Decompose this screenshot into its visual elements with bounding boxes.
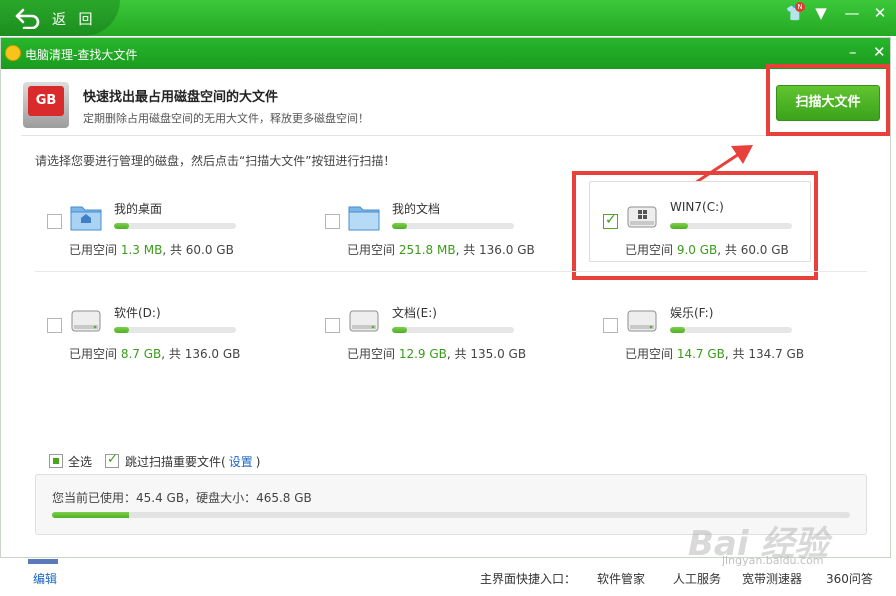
documents-folder-icon	[348, 206, 380, 231]
disk-name: 我的文档	[392, 202, 441, 216]
disk-item-documents[interactable]: 我的文档 已用空间 251.8 MB, 共 136.0 GB	[313, 181, 583, 261]
disk-usage-text: 已用空间 251.8 MB, 共 136.0 GB	[347, 241, 535, 258]
window-title-bar: 电脑清理-查找大文件 – ✕	[1, 38, 890, 69]
window-close-icon[interactable]: ✕	[873, 43, 886, 61]
skip-important-label: 跳过扫描重要文件(设置)	[125, 453, 260, 470]
disk-checkbox[interactable]	[325, 214, 340, 229]
disk-name: 我的桌面	[114, 202, 163, 216]
large-file-icon: GB	[23, 82, 69, 128]
disk-usage-text: 已用空间 8.7 GB, 共 136.0 GB	[69, 345, 240, 362]
minimize-icon[interactable]: —	[842, 4, 862, 22]
disk-usage-text: 已用空间 12.9 GB, 共 135.0 GB	[347, 345, 526, 362]
disk-usage-fill	[114, 223, 129, 229]
scan-large-files-button[interactable]: 扫描大文件	[776, 85, 880, 121]
usage-value: 14.7 GB	[676, 347, 725, 361]
skip-label-suffix: )	[255, 455, 261, 469]
row-divider	[35, 271, 867, 272]
desktop-folder-icon	[70, 206, 102, 231]
disk-usage-bar	[114, 223, 236, 229]
usage-value: 251.8 MB	[398, 243, 456, 257]
disk-item-entertainment-f[interactable]: 娱乐(F:) 已用空间 14.7 GB, 共 134.7 GB	[591, 285, 861, 365]
footer-accent	[28, 559, 58, 564]
usage-prefix: 已用空间	[347, 347, 399, 361]
back-arrow-icon	[15, 8, 40, 29]
disk-usage-bar	[392, 223, 514, 229]
drive-c-highlight	[572, 171, 818, 280]
disk-name: 文档(E:)	[392, 306, 437, 320]
select-all-checkbox[interactable]	[49, 454, 63, 468]
disk-usage-fill	[392, 327, 407, 333]
usage-prefix: 已用空间	[69, 243, 121, 257]
disk-checkbox[interactable]	[47, 318, 62, 333]
close-icon[interactable]: ✕	[870, 4, 890, 22]
disk-item-documents-e[interactable]: 文档(E:) 已用空间 12.9 GB, 共 135.0 GB	[313, 285, 583, 365]
cleanup-window: 电脑清理-查找大文件 – ✕ GB 快速找出最占用磁盘空间的大文件 定期删除占用…	[0, 37, 891, 558]
disk-summary-fill	[52, 512, 130, 518]
shortcut-label: 主界面快捷入口：	[480, 572, 577, 586]
usage-prefix: 已用空间	[69, 347, 121, 361]
disk-summary-text: 您当前已使用：45.4 GB，硬盘大小：465.8 GB	[52, 491, 312, 505]
menu-icon[interactable]: ▼	[811, 4, 831, 22]
usage-value: 12.9 GB	[398, 347, 447, 361]
window-title: 电脑清理-查找大文件	[25, 48, 138, 62]
footer-link-support[interactable]: 人工服务	[673, 570, 721, 587]
back-button[interactable]: 返 回	[0, 0, 120, 36]
settings-link[interactable]: 设置	[229, 455, 253, 469]
app-header-bar: 返 回 👕 N ▼ — ✕	[0, 0, 896, 36]
usage-total: , 共 136.0 GB	[161, 347, 241, 361]
notification-badge: N	[795, 2, 805, 12]
app-logo-icon	[5, 45, 21, 61]
usage-total: , 共 136.0 GB	[455, 243, 535, 257]
instruction-text: 请选择您要进行管理的磁盘，然后点击“扫描大文件”按钮进行扫描！	[35, 154, 396, 168]
edit-link[interactable]: 编辑	[33, 570, 57, 587]
disk-usage-bar	[114, 327, 236, 333]
drive-icon	[71, 310, 101, 332]
watermark-url: jingyan.baidu.com	[722, 554, 824, 567]
disk-name: 软件(D:)	[114, 306, 161, 320]
disk-usage-bar	[392, 327, 514, 333]
usage-total: , 共 135.0 GB	[446, 347, 527, 361]
disk-usage-fill	[670, 327, 685, 333]
usage-total: , 共 60.0 GB	[162, 243, 234, 257]
footer-link-software-manager[interactable]: 软件管家	[597, 570, 645, 587]
disk-usage-text: 已用空间 1.3 MB, 共 60.0 GB	[69, 241, 234, 258]
skip-label-text: 跳过扫描重要文件(	[125, 455, 226, 469]
drive-icon	[627, 310, 657, 332]
disk-checkbox[interactable]	[47, 214, 62, 229]
footer-link-qa[interactable]: 360问答	[826, 570, 873, 587]
disk-usage-bar	[670, 327, 792, 333]
large-file-icon-label: GB	[28, 86, 64, 116]
usage-value: 8.7 GB	[120, 347, 162, 361]
footer-link-speed-test[interactable]: 宽带测速器	[742, 570, 802, 587]
disk-usage-fill	[392, 223, 407, 229]
usage-total: , 共 134.7 GB	[724, 347, 805, 361]
window-minimize-icon[interactable]: –	[849, 43, 857, 61]
disk-usage-fill	[114, 327, 129, 333]
disk-checkbox[interactable]	[325, 318, 340, 333]
back-label: 返 回	[52, 12, 97, 28]
select-all-label[interactable]: 全选	[68, 453, 92, 470]
disk-name: 娱乐(F:)	[670, 306, 714, 320]
disk-checkbox[interactable]	[603, 318, 618, 333]
page-subtitle: 定期删除占用磁盘空间的无用大文件，释放更多磁盘空间！	[83, 112, 369, 125]
usage-prefix: 已用空间	[625, 347, 677, 361]
disk-item-software-d[interactable]: 软件(D:) 已用空间 8.7 GB, 共 136.0 GB	[35, 285, 305, 365]
skip-important-checkbox[interactable]	[105, 452, 119, 468]
drive-icon	[349, 310, 379, 332]
page-headline: 快速找出最占用磁盘空间的大文件	[83, 90, 279, 105]
usage-value: 1.3 MB	[120, 243, 163, 257]
disk-item-desktop[interactable]: 我的桌面 已用空间 1.3 MB, 共 60.0 GB	[35, 181, 305, 261]
usage-prefix: 已用空间	[347, 243, 399, 257]
disk-usage-text: 已用空间 14.7 GB, 共 134.7 GB	[625, 345, 804, 362]
